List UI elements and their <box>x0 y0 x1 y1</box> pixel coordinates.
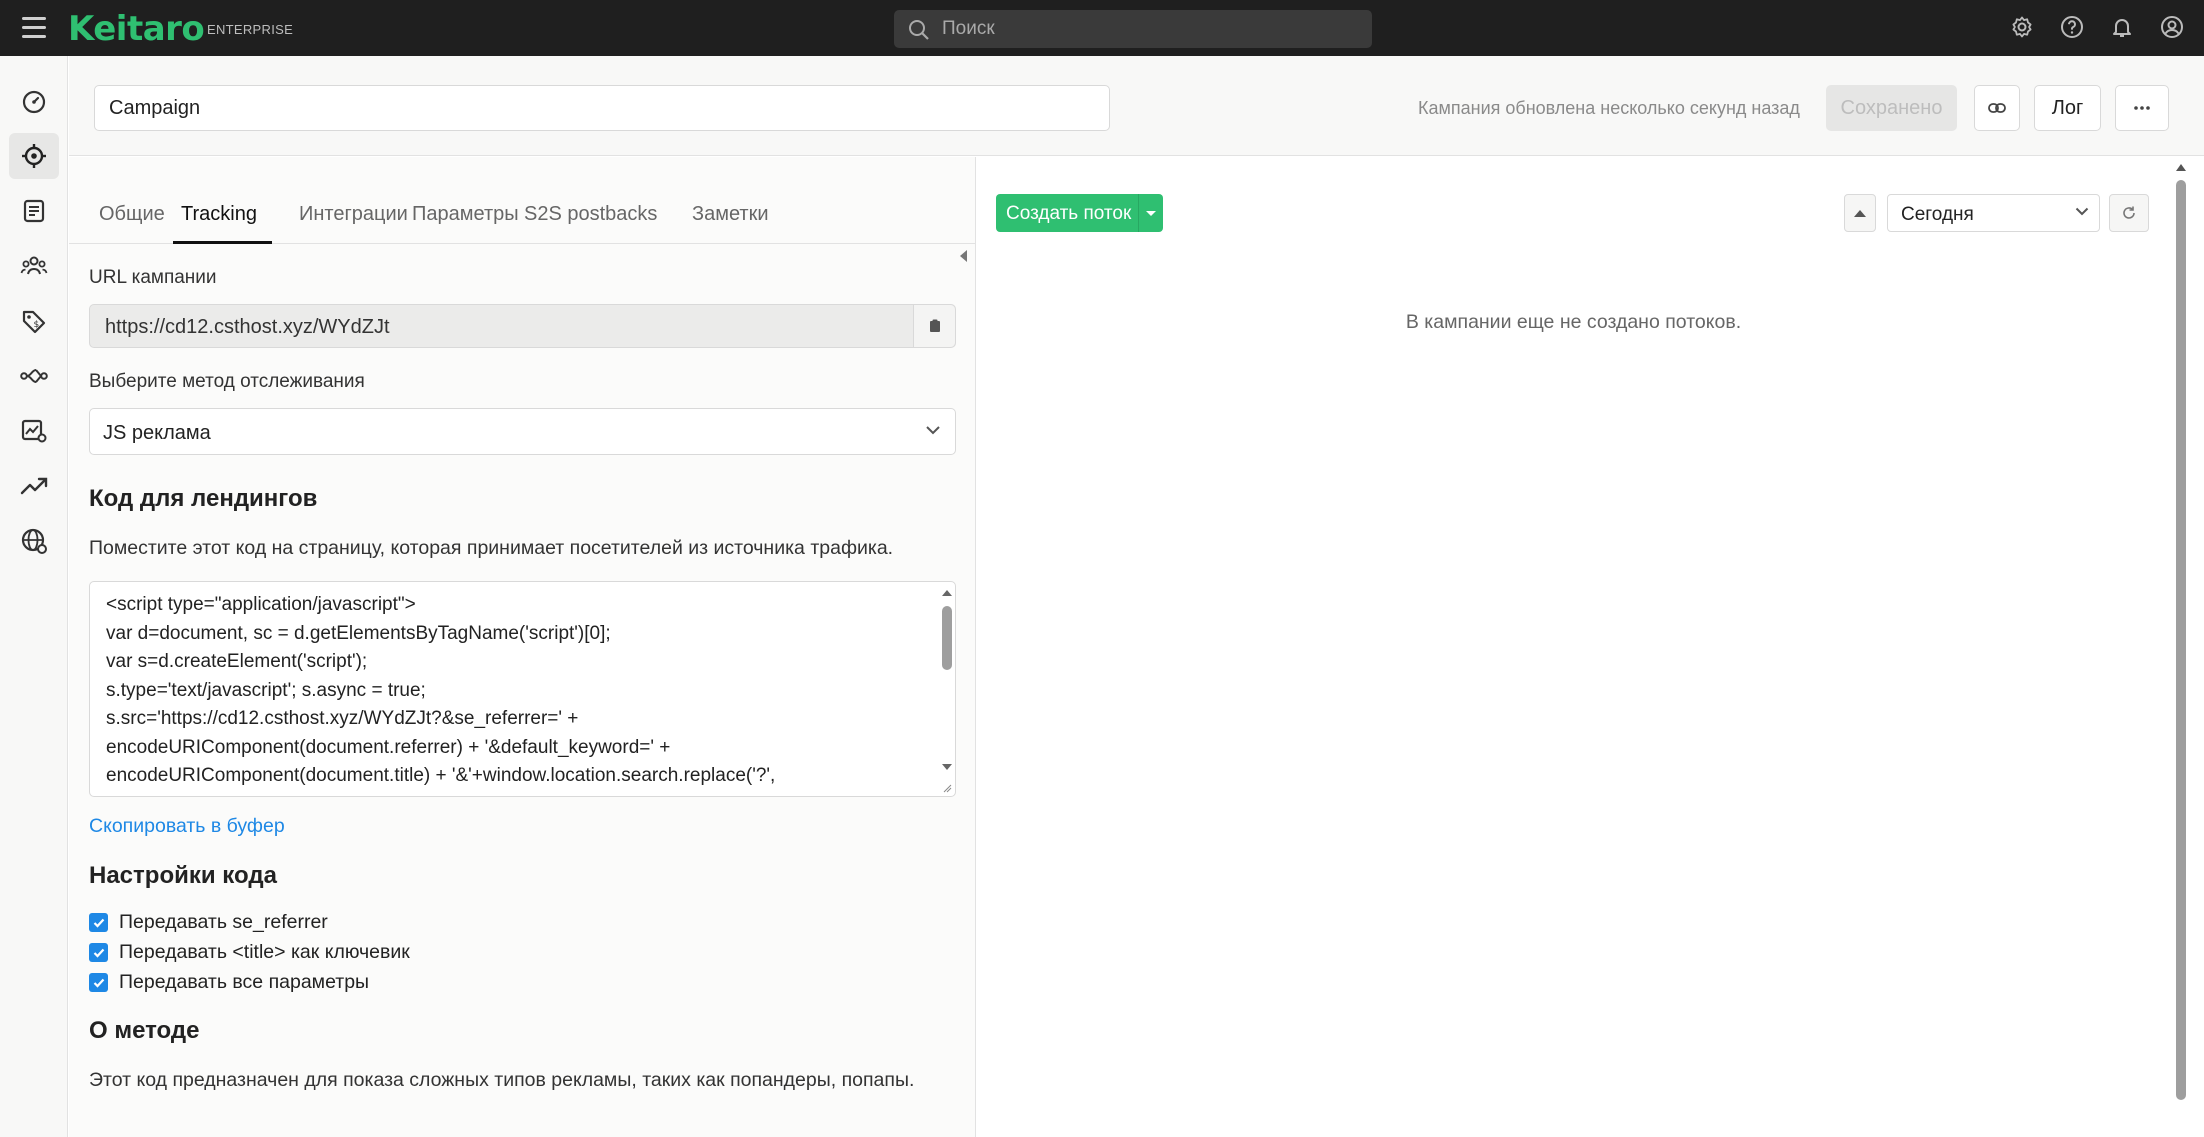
landing-code-heading: Код для лендингов <box>89 485 318 512</box>
check-icon <box>93 918 104 928</box>
checkbox-title-keyword[interactable] <box>89 943 108 962</box>
tab-s2s-postbacks[interactable]: S2S postbacks <box>524 203 657 226</box>
checkbox-label: Передавать все параметры <box>119 971 370 993</box>
campaign-name-input[interactable] <box>94 85 1110 131</box>
resize-grip-icon[interactable] <box>942 783 952 793</box>
sidebar-rail: $ <box>0 56 68 1137</box>
code-settings-heading: Настройки кода <box>89 862 277 889</box>
landing-code-text: <script type="application/javascript"> v… <box>106 594 776 786</box>
tab-parameters[interactable]: Параметры <box>412 203 519 226</box>
search-icon <box>909 20 929 40</box>
menu-icon[interactable] <box>22 17 46 39</box>
tracking-method-value: JS реклама <box>103 422 211 444</box>
logo[interactable]: Keitaro <box>68 9 205 49</box>
create-stream-button[interactable]: Создать поток <box>996 194 1163 232</box>
notifications-bell-icon[interactable] <box>2108 13 2136 41</box>
link-button[interactable] <box>1974 85 2020 131</box>
streams-panel: Создать поток Сегодня В кампании еще не … <box>977 157 2204 1137</box>
sort-up-button[interactable] <box>1844 194 1876 232</box>
checkbox-all-params[interactable] <box>89 973 108 992</box>
saved-button[interactable]: Сохранено <box>1826 85 1957 131</box>
svg-text:$: $ <box>34 320 40 330</box>
tab-integrations[interactable]: Интеграции <box>299 203 408 226</box>
code-scrollbar[interactable] <box>941 586 953 776</box>
date-range-value: Сегодня <box>1901 204 1974 225</box>
log-button[interactable]: Лог <box>2034 85 2101 131</box>
chevron-down-icon <box>2075 207 2089 216</box>
trends-icon[interactable] <box>9 463 59 509</box>
campaign-url-field[interactable]: https://cd12.csthost.xyz/WYdZJt <box>89 304 956 348</box>
more-options-button[interactable] <box>2115 85 2169 131</box>
tab-bar: Общие Tracking Интеграции Параметры S2S … <box>69 197 976 262</box>
updated-status: Кампания обновлена несколько секунд наза… <box>1418 98 1800 118</box>
checkbox-row[interactable]: Передавать все параметры <box>89 971 369 994</box>
edition-label: ENTERPRISE <box>207 22 294 37</box>
flows-route-icon[interactable] <box>9 353 59 399</box>
campaign-settings-panel: Общие Tracking Интеграции Параметры S2S … <box>69 157 976 1137</box>
campaign-header: Кампания обновлена несколько секунд наза… <box>69 56 2204 156</box>
about-method-text: Этот код предназначен для показа сложных… <box>89 1069 915 1091</box>
tab-tracking[interactable]: Tracking <box>181 203 257 226</box>
caret-down-icon[interactable] <box>1138 194 1163 232</box>
empty-streams-message: В кампании еще не создано потоков. <box>1405 311 1742 333</box>
copy-url-button[interactable] <box>913 305 955 347</box>
search-input[interactable] <box>942 10 1362 48</box>
clipboard-icon <box>929 319 940 332</box>
collapse-panel-icon[interactable] <box>960 250 967 262</box>
copy-to-clipboard-link[interactable]: Скопировать в буфер <box>89 815 285 838</box>
checkbox-row[interactable]: Передавать <title> как ключевик <box>89 941 410 964</box>
dashboard-icon[interactable] <box>9 79 59 125</box>
refresh-icon <box>2123 206 2135 219</box>
campaigns-target-icon[interactable] <box>9 133 59 179</box>
offers-tag-icon[interactable]: $ <box>9 298 59 344</box>
landing-code-textarea[interactable]: <script type="application/javascript"> v… <box>89 581 956 797</box>
check-icon <box>93 948 104 958</box>
chevron-down-icon <box>926 426 940 435</box>
campaign-url-value: https://cd12.csthost.xyz/WYdZJt <box>105 316 390 338</box>
tab-notes[interactable]: Заметки <box>692 203 769 226</box>
help-icon[interactable] <box>2058 13 2086 41</box>
landing-code-hint: Поместите этот код на страницу, которая … <box>89 537 894 559</box>
active-tab-indicator <box>173 241 272 244</box>
page-scrollbar[interactable] <box>2174 162 2188 1102</box>
checkbox-label: Передавать <title> как ключевик <box>119 941 410 963</box>
check-icon <box>93 978 104 988</box>
tracking-method-select[interactable]: JS реклама <box>89 408 956 455</box>
search-box[interactable] <box>894 10 1372 48</box>
caret-up-icon <box>1854 209 1866 217</box>
landings-page-icon[interactable] <box>9 188 59 234</box>
checkbox-row[interactable]: Передавать se_referrer <box>89 911 328 934</box>
tracking-method-label: Выберите метод отслеживания <box>89 371 365 392</box>
domains-globe-icon[interactable] <box>9 518 59 564</box>
about-method-heading: О методе <box>89 1017 200 1044</box>
users-group-icon[interactable] <box>9 243 59 289</box>
more-dots-icon <box>2134 106 2150 110</box>
link-icon <box>1988 103 2006 113</box>
top-bar: Keitaro ENTERPRISE <box>0 0 2204 56</box>
checkbox-se-referrer[interactable] <box>89 913 108 932</box>
campaign-url-label: URL кампании <box>89 267 217 288</box>
user-account-icon[interactable] <box>2158 13 2186 41</box>
reports-chart-icon[interactable] <box>9 408 59 454</box>
date-range-select[interactable]: Сегодня <box>1887 194 2100 232</box>
refresh-button[interactable] <box>2109 194 2149 232</box>
checkbox-label: Передавать se_referrer <box>119 911 328 933</box>
settings-gear-icon[interactable] <box>2008 13 2036 41</box>
create-stream-label: Создать поток <box>1006 203 1132 224</box>
tab-general[interactable]: Общие <box>99 203 165 226</box>
